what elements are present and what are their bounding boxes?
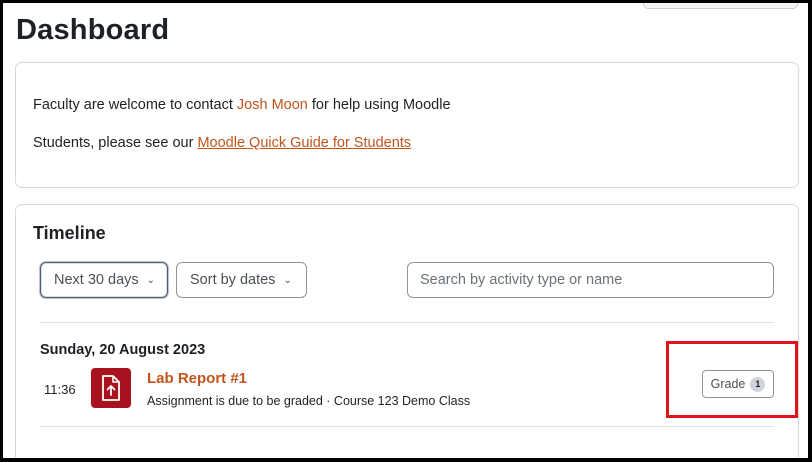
contact-link[interactable]: Josh Moon [237, 97, 308, 113]
quick-guide-link[interactable]: Moodle Quick Guide for Students [197, 135, 411, 151]
annotation-highlight-box [666, 341, 798, 418]
timeline-title: Timeline [33, 223, 106, 243]
welcome-text: Faculty are welcome to contact [33, 97, 237, 113]
event-time: 11:36 [44, 382, 76, 397]
divider [40, 322, 774, 323]
day-filter-dropdown[interactable]: Next 30 days ⌄ [40, 262, 168, 298]
top-drawer-tab[interactable] [643, 3, 798, 9]
date-heading: Sunday, 20 August 2023 [40, 342, 206, 358]
timeline-search-input[interactable] [407, 262, 774, 298]
day-filter-label: Next 30 days [54, 272, 139, 288]
event-meta: Assignment is due to be graded · Course … [147, 394, 471, 408]
welcome-line-faculty: Faculty are welcome to contact Josh Moon… [33, 97, 451, 113]
timeline-block: Timeline Next 30 days ⌄ Sort by dates ⌄ … [15, 204, 799, 462]
welcome-text: Students, please see our [33, 135, 198, 151]
welcome-line-students: Students, please see our Moodle Quick Gu… [33, 135, 411, 151]
page-title: Dashboard [16, 14, 170, 46]
sort-dropdown[interactable]: Sort by dates ⌄ [176, 262, 307, 298]
chevron-down-icon: ⌄ [146, 274, 156, 286]
sort-label: Sort by dates [190, 272, 276, 288]
welcome-block: Faculty are welcome to contact Josh Moon… [15, 62, 799, 188]
assignment-upload-icon [91, 368, 131, 408]
welcome-text: for help using Moodle [307, 97, 451, 113]
divider [40, 426, 774, 427]
chevron-down-icon: ⌄ [283, 274, 292, 286]
event-name-link[interactable]: Lab Report #1 [147, 370, 247, 387]
